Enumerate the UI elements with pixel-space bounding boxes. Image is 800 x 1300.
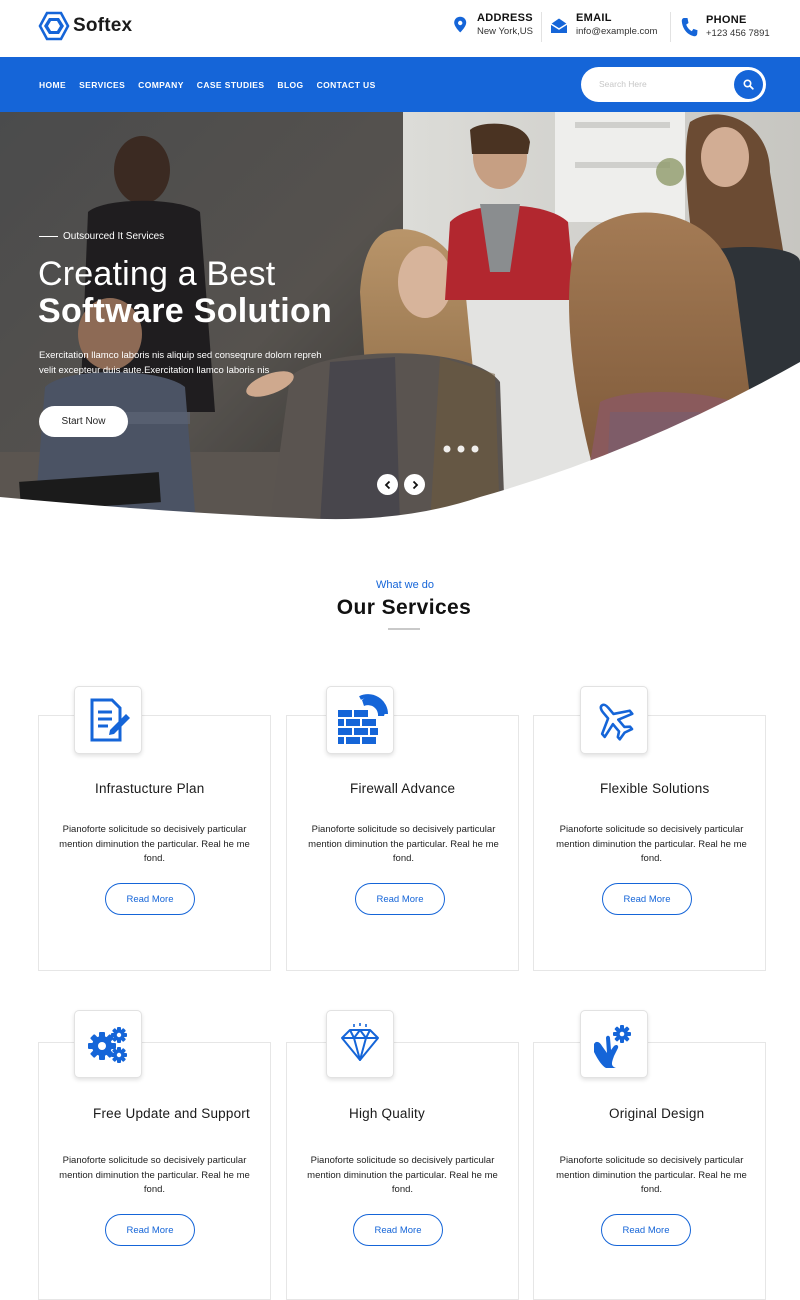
address-title: ADDRESS	[477, 12, 533, 24]
service-description: Pianoforte solicitude so decisively part…	[307, 1155, 498, 1195]
hand-gear-icon	[594, 1025, 631, 1068]
firewall-icon	[338, 694, 388, 744]
hero-tagline-text: Outsourced It Services	[63, 231, 165, 242]
service-title: Flexible Solutions	[600, 781, 710, 796]
email-info: EMAIL info@example.com	[550, 12, 657, 38]
map-pin-icon	[454, 16, 467, 33]
search-button[interactable]	[734, 70, 763, 99]
hero-tagline: Outsourced It Services	[39, 231, 164, 242]
hero-slider: Outsourced It Services Creating a Best S…	[0, 112, 800, 524]
hero-title-line2: Software Solution	[38, 292, 333, 330]
phone-icon	[681, 18, 698, 37]
chevron-right-icon	[412, 480, 418, 489]
read-more-button[interactable]: Read More	[601, 1214, 691, 1246]
read-more-button[interactable]: Read More	[353, 1214, 443, 1246]
service-title: Original Design	[609, 1106, 705, 1121]
service-title: Firewall Advance	[350, 781, 456, 796]
slider-next-button[interactable]	[404, 474, 425, 495]
address-info: ADDRESS New York,US	[451, 12, 533, 38]
service-description: Pianoforte solicitude so decisively part…	[556, 824, 747, 864]
nav-blog[interactable]: BLOG	[277, 80, 303, 90]
brand-name: Softex	[73, 15, 133, 36]
chevron-left-icon	[384, 480, 390, 489]
service-icon-box	[74, 1010, 142, 1078]
hexagon-logo-icon	[38, 11, 70, 41]
search-box	[581, 67, 766, 102]
gears-icon	[88, 1027, 127, 1063]
nav-case-studies[interactable]: CASE STUDIES	[197, 80, 265, 90]
service-description: Pianoforte solicitude so decisively part…	[308, 824, 499, 864]
start-now-button[interactable]: Start Now	[39, 406, 128, 437]
slider-prev-button[interactable]	[377, 474, 398, 495]
section-title: Our Services	[336, 596, 472, 619]
divider	[670, 12, 671, 42]
phone-value[interactable]: +123 456 7891	[706, 27, 770, 40]
diamond-icon	[341, 1023, 379, 1061]
read-more-button[interactable]: Read More	[602, 883, 692, 915]
service-title: High Quality	[349, 1106, 425, 1121]
service-icon-box	[326, 1010, 394, 1078]
service-icon-box	[580, 1010, 648, 1078]
service-description: Pianoforte solicitude so decisively part…	[556, 1155, 747, 1195]
nav-menu: HOME SERVICES COMPANY CASE STUDIES BLOG …	[39, 80, 389, 90]
email-value[interactable]: info@example.com	[576, 25, 657, 38]
service-icon-box	[580, 686, 648, 754]
read-more-button[interactable]: Read More	[355, 883, 445, 915]
service-icon-box	[74, 686, 142, 754]
phone-info: PHONE +123 456 7891	[680, 14, 770, 40]
tagline-line	[39, 236, 58, 237]
nav-home[interactable]: HOME	[39, 80, 66, 90]
nav-contact-us[interactable]: CONTACT US	[317, 80, 376, 90]
service-title: Infrastucture Plan	[95, 781, 205, 796]
divider	[541, 12, 542, 42]
phone-title: PHONE	[706, 14, 747, 26]
nav-services[interactable]: SERVICES	[79, 80, 125, 90]
service-icon-box	[326, 686, 394, 754]
search-icon	[743, 79, 754, 90]
main-navigation: HOME SERVICES COMPANY CASE STUDIES BLOG …	[0, 57, 800, 112]
envelope-icon	[550, 18, 568, 33]
section-title-underline	[388, 628, 420, 630]
nav-company[interactable]: COMPANY	[138, 80, 184, 90]
service-description: Pianoforte solicitude so decisively part…	[59, 824, 250, 864]
brand-logo[interactable]: Softex	[38, 11, 132, 41]
hero-description: Exercitation llamco laboris nis aliquip …	[39, 350, 322, 376]
section-subtitle: What we do	[375, 579, 435, 591]
top-bar: Softex ADDRESS New York,US EMAIL info@ex…	[0, 0, 800, 57]
read-more-button[interactable]: Read More	[105, 883, 195, 915]
airplane-icon	[599, 703, 634, 741]
address-value: New York,US	[477, 26, 533, 37]
document-edit-icon	[90, 698, 130, 742]
service-title: Free Update and Support	[93, 1106, 250, 1121]
read-more-button[interactable]: Read More	[105, 1214, 195, 1246]
email-title: EMAIL	[576, 12, 612, 24]
hero-title-line1: Creating a Best	[38, 255, 276, 293]
search-input[interactable]	[599, 76, 729, 92]
service-description: Pianoforte solicitude so decisively part…	[59, 1155, 250, 1195]
